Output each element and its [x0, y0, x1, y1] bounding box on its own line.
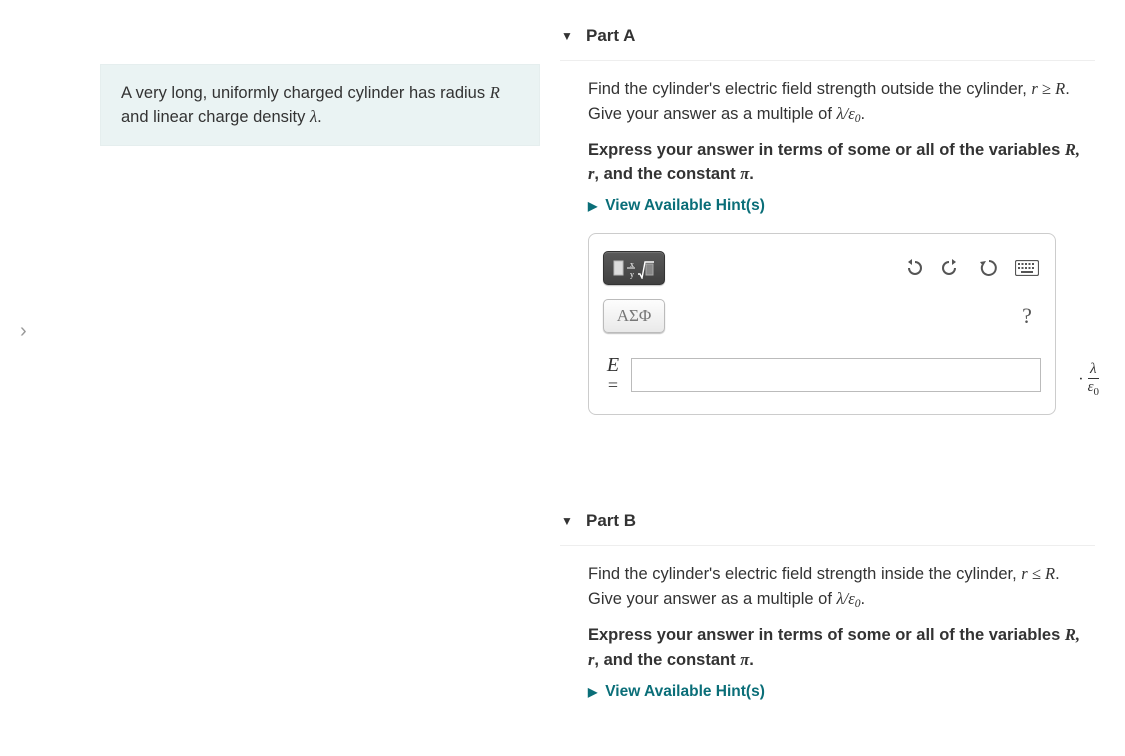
q-rel: r ≤ R — [1021, 564, 1055, 583]
hints-label: View Available Hint(s) — [605, 197, 765, 215]
keyboard-button[interactable] — [1013, 254, 1041, 282]
q-pi: π — [740, 650, 749, 669]
part-b-question: Find the cylinder's electric field stren… — [588, 562, 1095, 613]
chevron-right-icon: › — [20, 320, 27, 342]
part-b-body: Find the cylinder's electric field stren… — [560, 545, 1095, 700]
part-b-section: ▼ Part B Find the cylinder's electric fi… — [560, 505, 1095, 700]
answer-panel: x y — [588, 233, 1056, 415]
q-text: , and the constant — [594, 165, 740, 183]
left-column: A very long, uniformly charged cylinder … — [0, 0, 560, 756]
redo-icon — [941, 258, 961, 278]
caret-right-icon: ▶ — [588, 685, 597, 699]
math-templates-button[interactable]: x y — [603, 251, 665, 285]
caret-down-icon: ▼ — [560, 514, 574, 528]
var-R: R — [490, 83, 500, 102]
help-button[interactable]: ? — [1013, 302, 1041, 330]
part-a-question: Find the cylinder's electric field stren… — [588, 77, 1095, 128]
toolbar-row-2: ΑΣΦ ? — [603, 296, 1041, 336]
equals-sign: = — [603, 376, 623, 396]
answer-suffix: · λ ε0 — [1078, 362, 1099, 398]
problem-text: A very long, uniformly charged cylinder … — [121, 84, 490, 102]
q-text: , and the constant — [594, 651, 740, 669]
part-b-hints-toggle[interactable]: ▶ View Available Hint(s) — [588, 683, 1095, 701]
q-text: . — [861, 590, 866, 608]
q-pi: π — [740, 164, 749, 183]
q-mult: λ/ε — [837, 104, 855, 123]
part-b-instruction: Express your answer in terms of some or … — [588, 623, 1095, 673]
q-text: . — [861, 105, 866, 123]
part-a-body: Find the cylinder's electric field stren… — [560, 60, 1095, 415]
frac-num: λ — [1088, 362, 1099, 379]
part-b-title: Part B — [586, 511, 636, 531]
answer-input[interactable] — [631, 358, 1041, 392]
part-b-header[interactable]: ▼ Part B — [560, 505, 1095, 541]
nav-collapse-chevron[interactable]: › — [20, 320, 27, 343]
page-root: › A very long, uniformly charged cylinde… — [0, 0, 1125, 756]
caret-down-icon: ▼ — [560, 29, 574, 43]
help-icon: ? — [1022, 303, 1032, 329]
caret-right-icon: ▶ — [588, 199, 597, 213]
lambda-over-epsilon0: λ ε0 — [1088, 362, 1099, 398]
problem-statement: A very long, uniformly charged cylinder … — [100, 64, 540, 146]
q-mult: λ/ε — [837, 589, 855, 608]
redo-button[interactable] — [937, 254, 965, 282]
var-E: E — [603, 354, 623, 376]
math-templates-icon: x y — [613, 257, 655, 279]
problem-text: and linear charge density — [121, 108, 310, 126]
part-a-hints-toggle[interactable]: ▶ View Available Hint(s) — [588, 197, 1095, 215]
q-text: Find the cylinder's electric field stren… — [588, 565, 1021, 583]
hints-label: View Available Hint(s) — [605, 683, 765, 701]
suffix-dot: · — [1078, 371, 1083, 389]
q-rel: r ≥ R — [1031, 79, 1065, 98]
part-a-title: Part A — [586, 26, 635, 46]
q-text: Express your answer in terms of some or … — [588, 141, 1065, 159]
keyboard-icon — [1015, 260, 1039, 276]
undo-icon — [903, 258, 923, 278]
greek-label: ΑΣΦ — [617, 306, 652, 326]
q-text: Find the cylinder's electric field stren… — [588, 80, 1031, 98]
right-column: ▼ Part A Find the cylinder's electric fi… — [560, 0, 1125, 756]
svg-text:y: y — [630, 270, 634, 279]
q-text: . — [749, 651, 754, 669]
equation-lhs: E = — [603, 354, 623, 396]
greek-letters-button[interactable]: ΑΣΦ — [603, 299, 665, 333]
undo-button[interactable] — [899, 254, 927, 282]
part-a-header[interactable]: ▼ Part A — [560, 20, 1095, 56]
reset-button[interactable] — [975, 254, 1003, 282]
frac-den: ε0 — [1088, 379, 1099, 398]
formula-row: E = — [603, 354, 1041, 396]
toolbar-row-1: x y — [603, 248, 1041, 288]
q-text: . — [749, 165, 754, 183]
problem-text: . — [317, 108, 322, 126]
q-text: Express your answer in terms of some or … — [588, 626, 1065, 644]
reset-icon — [979, 258, 999, 278]
part-a-instruction: Express your answer in terms of some or … — [588, 138, 1095, 188]
